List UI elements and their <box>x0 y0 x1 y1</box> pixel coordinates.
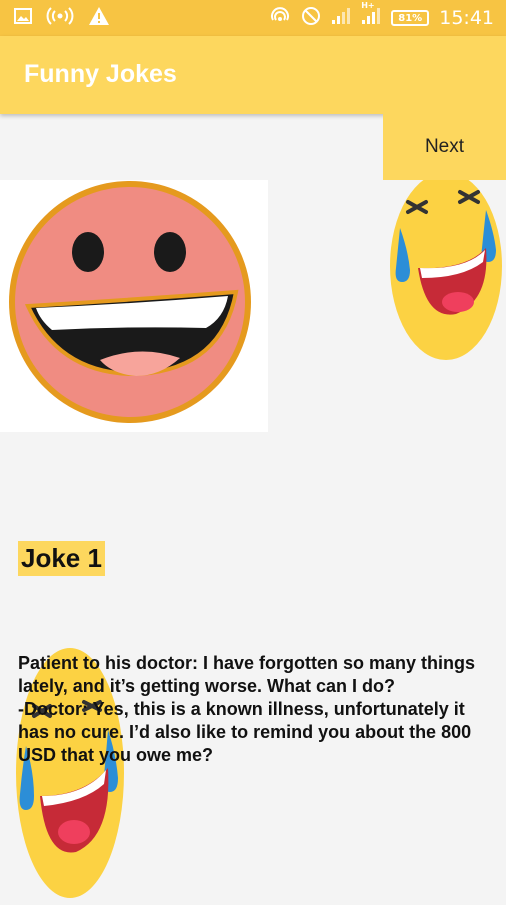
status-bar: H+ 81% 15:41 <box>0 0 506 36</box>
network-type-label: H+ <box>361 1 375 10</box>
nfc-icon <box>269 6 291 30</box>
laughing-emoji-icon <box>386 170 506 362</box>
next-button[interactable]: Next <box>383 114 506 180</box>
do-not-disturb-icon <box>301 6 321 30</box>
joke-text: Patient to his doctor: I have forgotten … <box>18 653 476 765</box>
signal-icon <box>331 7 351 29</box>
battery-level: 81% <box>398 12 423 24</box>
clock: 15:41 <box>439 7 494 29</box>
warning-icon <box>88 6 110 30</box>
app-bar: Funny Jokes <box>0 36 506 114</box>
hotspot-icon <box>46 6 74 30</box>
app-title: Funny Jokes <box>24 60 177 88</box>
signal-h-plus-icon: H+ <box>361 1 381 29</box>
joke-title: Joke 1 <box>18 541 105 576</box>
image-icon <box>14 7 32 29</box>
battery-icon: 81% <box>391 10 430 26</box>
smiley-emoji-icon <box>0 180 268 432</box>
